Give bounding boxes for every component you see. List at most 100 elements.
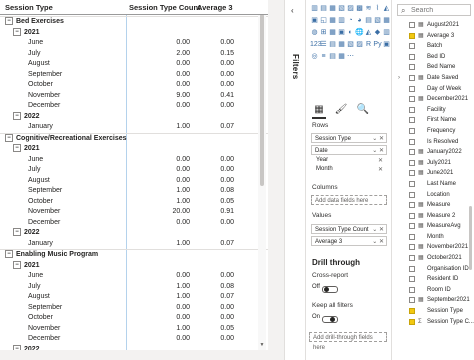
year-row[interactable]: −2021 xyxy=(0,144,268,155)
year-row[interactable]: −2022 xyxy=(0,344,268,350)
session-type-row[interactable]: − Bed Exercises xyxy=(0,16,268,28)
analytics-magnifier-icon[interactable]: 🔍 xyxy=(356,103,370,117)
visual-type-icon[interactable]: ☰ xyxy=(319,40,328,49)
month-row[interactable]: June 0.00 0.00 xyxy=(0,38,268,49)
collapse-toggle-icon[interactable]: − xyxy=(13,344,21,350)
visual-type-icon[interactable]: ▦ xyxy=(382,16,391,25)
month-row[interactable]: August 0.00 0.00 xyxy=(0,176,268,187)
year-row[interactable]: −2021 xyxy=(0,260,268,272)
field-checkbox[interactable] xyxy=(409,127,415,134)
month-row[interactable]: December 0.00 0.00 xyxy=(0,334,268,345)
scrollbar-thumb[interactable] xyxy=(260,14,264,186)
visual-type-icon[interactable]: Py xyxy=(373,40,382,49)
field-item[interactable]: Batch xyxy=(392,41,474,52)
month-row[interactable]: July 1.00 0.08 xyxy=(0,282,268,293)
field-checkbox[interactable] xyxy=(409,191,415,198)
collapse-toggle-icon[interactable]: − xyxy=(5,17,13,26)
visual-type-icon[interactable]: ▦ xyxy=(328,28,337,37)
visual-type-icon[interactable]: ▨ xyxy=(355,40,364,49)
field-checkbox[interactable] xyxy=(409,223,415,230)
visual-type-icon[interactable]: ▣ xyxy=(382,40,391,49)
field-checkbox[interactable] xyxy=(409,106,415,113)
year-row[interactable]: −2021 xyxy=(0,27,268,39)
field-checkbox[interactable] xyxy=(409,159,415,166)
field-item[interactable]: ▦ Measure 2 xyxy=(392,211,474,222)
field-checkbox[interactable] xyxy=(409,202,415,209)
visual-type-icon[interactable]: ⌇ xyxy=(373,4,382,13)
field-checkbox[interactable] xyxy=(409,212,415,219)
field-item[interactable]: Location xyxy=(392,190,474,201)
month-row[interactable]: November 9.00 0.41 xyxy=(0,91,268,102)
collapse-toggle-icon[interactable]: − xyxy=(13,27,21,36)
date-hierarchy-month[interactable]: Month ✕ xyxy=(316,166,383,173)
visual-type-icon[interactable]: ▣ xyxy=(337,28,346,37)
columns-drop-zone[interactable]: Add data fields here xyxy=(311,195,387,205)
field-item[interactable]: ▦ Average 3 xyxy=(392,31,474,42)
visual-type-icon[interactable]: ⊞ xyxy=(319,28,328,37)
field-item[interactable]: ▦ November2021 xyxy=(392,242,474,253)
month-row[interactable]: September 1.00 0.08 xyxy=(0,186,268,197)
field-checkbox[interactable] xyxy=(409,32,415,39)
month-row[interactable]: September 0.00 0.00 xyxy=(0,303,268,314)
visual-type-icon[interactable]: ◍ xyxy=(310,28,319,37)
visual-type-icon[interactable]: ▧ xyxy=(337,4,346,13)
visual-type-icon[interactable]: ◱ xyxy=(319,16,328,25)
values-field-session-type-count[interactable]: Session Type Count ⌄ ✕ xyxy=(311,224,387,234)
field-checkbox[interactable] xyxy=(409,96,415,103)
visual-type-icon[interactable]: ◕ xyxy=(355,16,364,25)
month-row[interactable]: October 0.00 0.00 xyxy=(0,80,268,91)
month-row[interactable]: July 2.00 0.15 xyxy=(0,49,268,60)
field-checkbox[interactable] xyxy=(409,286,415,293)
field-item[interactable]: › ▦ Date Saved xyxy=(392,73,474,84)
month-row[interactable]: October 1.00 0.05 xyxy=(0,197,268,208)
visual-type-icon[interactable]: ▩ xyxy=(355,4,364,13)
year-row[interactable]: −2022 xyxy=(0,228,268,239)
visual-type-icon[interactable]: ◔ xyxy=(346,16,355,25)
collapse-chevron-icon[interactable]: ‹ xyxy=(291,6,294,15)
field-checkbox[interactable] xyxy=(409,117,415,124)
visual-type-icon[interactable]: ▦ xyxy=(328,4,337,13)
matrix-visual[interactable]: Session Type Session Type Count Average … xyxy=(0,0,268,350)
field-item[interactable]: Facility xyxy=(392,105,474,116)
field-item[interactable]: Σ Session Type C... xyxy=(392,317,474,328)
header-average-3[interactable]: Average 3 xyxy=(197,3,233,12)
visual-type-icon[interactable]: 123 xyxy=(310,40,322,49)
collapse-toggle-icon[interactable]: − xyxy=(13,144,21,153)
visual-type-icon[interactable]: ▦ xyxy=(337,40,346,49)
session-type-row[interactable]: − Enabling Music Program xyxy=(0,249,268,261)
field-menu-icon[interactable]: ⌄ ✕ xyxy=(372,237,384,247)
month-row[interactable]: August 1.00 0.07 xyxy=(0,292,268,303)
month-row[interactable]: June 0.00 0.00 xyxy=(0,271,268,282)
filters-pane[interactable]: ‹ Filters xyxy=(284,0,305,360)
field-checkbox[interactable] xyxy=(409,233,415,240)
field-item[interactable]: ▦ June2021 xyxy=(392,168,474,179)
fields-scrollbar[interactable] xyxy=(469,206,472,270)
visual-type-icon[interactable]: ▥ xyxy=(337,16,346,25)
search-box[interactable]: ⌕ xyxy=(397,4,471,16)
month-row[interactable]: November 1.00 0.05 xyxy=(0,324,268,335)
visual-type-icon[interactable]: ▦ xyxy=(337,52,346,61)
field-menu-icon[interactable]: ⌄ ✕ xyxy=(372,225,384,235)
visual-type-icon[interactable]: ▨ xyxy=(346,4,355,13)
month-row[interactable]: January 1.00 0.07 xyxy=(0,122,268,133)
field-menu-icon[interactable]: ⌄ ✕ xyxy=(372,146,384,156)
month-row[interactable]: January 1.00 0.07 xyxy=(0,239,268,250)
field-checkbox[interactable] xyxy=(409,318,415,325)
values-field-average-3[interactable]: Average 3 ⌄ ✕ xyxy=(311,236,387,246)
session-type-row[interactable]: − Cognitive/Recreational Exercises xyxy=(0,132,268,145)
field-item[interactable]: ▦ July2021 xyxy=(392,158,474,169)
field-item[interactable]: ▦ October2021 xyxy=(392,253,474,264)
header-session-type[interactable]: Session Type xyxy=(5,3,53,12)
field-item[interactable]: First Name xyxy=(392,115,474,126)
visual-type-icon[interactable]: ◆ xyxy=(373,28,382,37)
month-row[interactable]: December 0.00 0.00 xyxy=(0,218,268,229)
visual-type-icon[interactable]: ▦ xyxy=(328,16,337,25)
field-item[interactable]: Last Name xyxy=(392,179,474,190)
field-item[interactable]: ▦ August2021 xyxy=(392,20,474,31)
field-menu-icon[interactable]: ⌄ ✕ xyxy=(372,134,384,144)
cross-report-toggle[interactable]: Off xyxy=(312,284,338,293)
keep-filters-toggle[interactable]: On xyxy=(312,314,338,323)
field-item[interactable]: ▦ January2022 xyxy=(392,147,474,158)
field-checkbox[interactable] xyxy=(409,308,415,315)
month-row[interactable]: November 20.00 0.91 xyxy=(0,207,268,218)
